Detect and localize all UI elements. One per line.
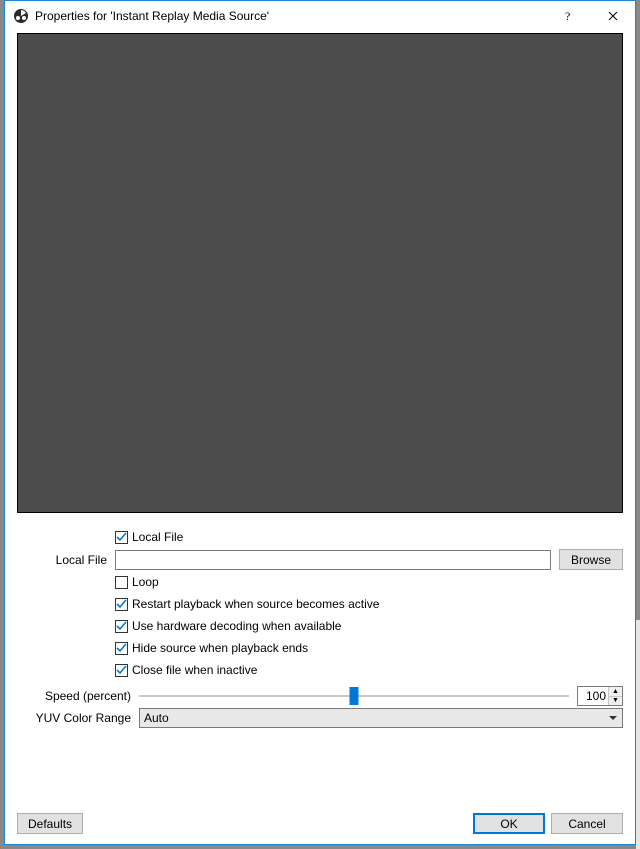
hw-decoding-checkbox[interactable]: Use hardware decoding when available <box>115 619 341 633</box>
browse-button[interactable]: Browse <box>559 549 623 570</box>
svg-text:?: ? <box>565 10 570 22</box>
preview-area <box>17 33 623 513</box>
checkbox-icon <box>115 531 128 544</box>
speed-slider[interactable] <box>139 686 569 706</box>
speed-value-input[interactable] <box>578 687 608 705</box>
background-strip <box>636 620 640 849</box>
titlebar: Properties for 'Instant Replay Media Sou… <box>5 1 635 31</box>
checkbox-icon <box>115 620 128 633</box>
restart-playback-label: Restart playback when source becomes act… <box>132 597 379 611</box>
dialog-window: Properties for 'Instant Replay Media Sou… <box>4 0 636 845</box>
speed-label: Speed (percent) <box>17 689 139 703</box>
close-file-checkbox[interactable]: Close file when inactive <box>115 663 257 677</box>
local-file-label: Local File <box>17 553 115 567</box>
local-file-input[interactable] <box>115 550 551 570</box>
help-button[interactable]: ? <box>545 1 590 31</box>
window-title: Properties for 'Instant Replay Media Sou… <box>35 9 545 23</box>
defaults-button[interactable]: Defaults <box>17 813 83 834</box>
loop-label: Loop <box>132 575 159 589</box>
local-file-checkbox-label: Local File <box>132 530 183 544</box>
spin-down-button[interactable]: ▼ <box>609 697 622 706</box>
cancel-button[interactable]: Cancel <box>551 813 623 834</box>
checkbox-icon <box>115 664 128 677</box>
checkbox-icon <box>115 598 128 611</box>
speed-spinbox[interactable]: ▲ ▼ <box>577 686 623 706</box>
loop-checkbox[interactable]: Loop <box>115 575 159 589</box>
hide-source-label: Hide source when playback ends <box>132 641 308 655</box>
hw-decoding-label: Use hardware decoding when available <box>132 619 341 633</box>
form-area: Local File Local File Browse Loop <box>17 513 623 805</box>
ok-button[interactable]: OK <box>473 813 545 834</box>
close-file-label: Close file when inactive <box>132 663 257 677</box>
dialog-content: Local File Local File Browse Loop <box>5 31 635 844</box>
app-icon <box>13 8 29 24</box>
dialog-footer: Defaults OK Cancel <box>17 805 623 834</box>
restart-playback-checkbox[interactable]: Restart playback when source becomes act… <box>115 597 379 611</box>
yuv-label: YUV Color Range <box>17 711 139 725</box>
yuv-value: Auto <box>144 711 608 725</box>
spin-up-button[interactable]: ▲ <box>609 687 622 697</box>
close-button[interactable] <box>590 1 635 31</box>
checkbox-icon <box>115 576 128 589</box>
checkbox-icon <box>115 642 128 655</box>
hide-source-checkbox[interactable]: Hide source when playback ends <box>115 641 308 655</box>
slider-thumb[interactable] <box>350 687 359 705</box>
chevron-down-icon <box>608 713 618 723</box>
yuv-combobox[interactable]: Auto <box>139 708 623 728</box>
local-file-checkbox[interactable]: Local File <box>115 530 183 544</box>
